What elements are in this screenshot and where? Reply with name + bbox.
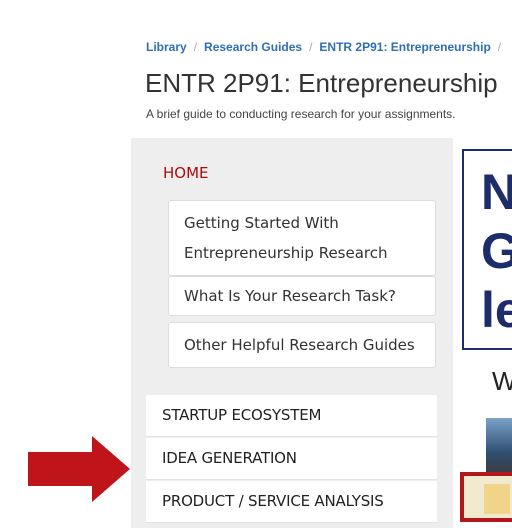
nav-item-startup-ecosystem[interactable]: STARTUP ECOSYSTEM — [146, 395, 437, 437]
promo-banner[interactable]: N G le — [462, 149, 512, 350]
nav-subitem-other-guides[interactable]: Other Helpful Research Guides — [168, 322, 436, 368]
page-title: ENTR 2P91: Entrepreneurship — [145, 68, 498, 98]
nav-subitem-getting-started[interactable]: Getting Started With Entrepreneurship Re… — [168, 200, 436, 276]
page-subtitle: A brief guide to conducting research for… — [146, 107, 456, 121]
breadcrumb-current-guide[interactable]: ENTR 2P91: Entrepreneurship — [319, 40, 490, 54]
breadcrumb-research-guides[interactable]: Research Guides — [204, 40, 302, 54]
promo-banner-text: N G le — [481, 164, 512, 338]
breadcrumb-separator: / — [193, 40, 198, 54]
content-image-note — [484, 484, 510, 514]
breadcrumb-separator: / — [309, 40, 313, 54]
arrow-shape — [28, 436, 130, 502]
breadcrumb-separator: / — [497, 40, 502, 54]
nav-subitem-research-task[interactable]: What Is Your Research Task? — [168, 276, 436, 316]
breadcrumb-library[interactable]: Library — [146, 40, 187, 54]
nav-item-idea-generation[interactable]: IDEA GENERATION — [146, 438, 437, 480]
breadcrumb: Library / Research Guides / ENTR 2P91: Entre… — [146, 40, 508, 54]
nav-item-product-service-analysis[interactable]: PRODUCT / SERVICE ANALYSIS — [146, 481, 437, 523]
content-heading-partial: W — [492, 366, 512, 396]
content-photo-thumbnail[interactable] — [486, 418, 512, 476]
right-arrow-icon — [28, 436, 130, 502]
nav-home-link[interactable]: HOME — [163, 164, 209, 182]
